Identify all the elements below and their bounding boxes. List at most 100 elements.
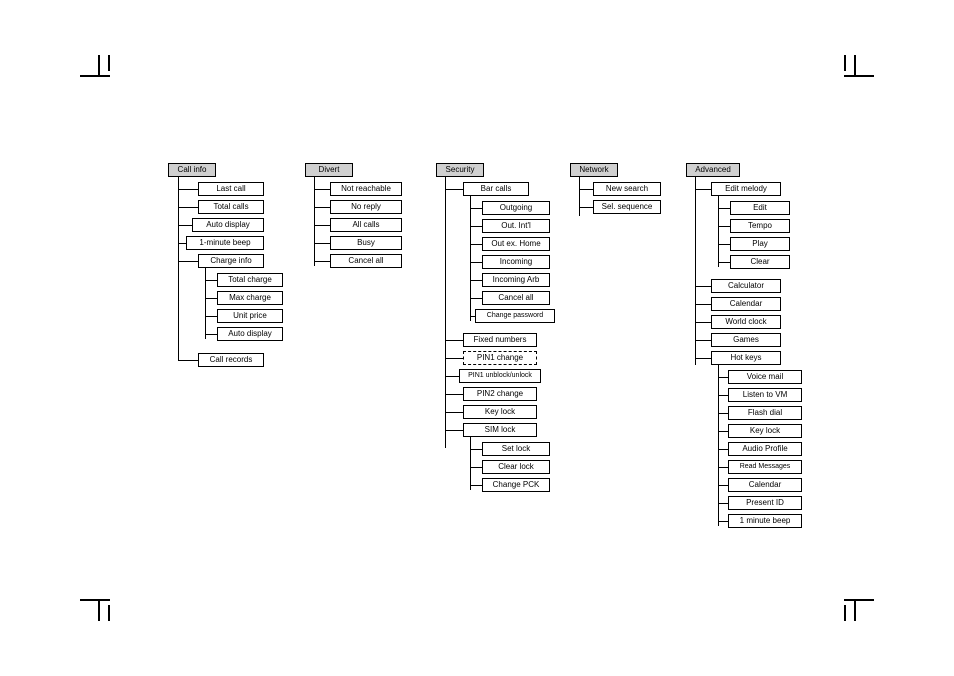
tree-line	[205, 316, 217, 317]
tree-line	[718, 226, 730, 227]
tree-line	[445, 340, 463, 341]
tree-line	[445, 376, 459, 377]
tree-line	[470, 195, 471, 321]
tree-line	[445, 176, 446, 448]
item-unit-price: Unit price	[217, 309, 283, 323]
tree-line	[718, 395, 728, 396]
tree-line	[718, 503, 728, 504]
tree-line	[178, 360, 198, 361]
tree-line	[314, 261, 330, 262]
item-calculator: Calculator	[711, 279, 781, 293]
tree-line	[205, 280, 217, 281]
tree-line	[314, 189, 330, 190]
tree-line	[695, 176, 696, 365]
tree-line	[695, 358, 711, 359]
item-play: Play	[730, 237, 790, 251]
item-read-messages: Read Messages	[728, 460, 802, 474]
item-call-records: Call records	[198, 353, 264, 367]
item-cancel-all: Cancel all	[330, 254, 402, 268]
menu-security: Security	[436, 163, 484, 177]
crop-mark-top-right	[844, 55, 874, 85]
tree-line	[695, 322, 711, 323]
item-total-calls: Total calls	[198, 200, 264, 214]
crop-mark-bottom-right	[844, 591, 874, 621]
tree-line	[205, 298, 217, 299]
item-key-lock-2: Key lock	[728, 424, 802, 438]
item-set-lock: Set lock	[482, 442, 550, 456]
item-last-call: Last call	[198, 182, 264, 196]
tree-line	[178, 207, 198, 208]
item-max-charge: Max charge	[217, 291, 283, 305]
tree-line	[470, 208, 482, 209]
tree-line	[718, 208, 730, 209]
tree-line	[445, 189, 463, 190]
menu-charge-info: Charge info	[198, 254, 264, 268]
tree-line	[718, 467, 728, 468]
item-pin1-unblock: PIN1 unblock/unlock	[459, 369, 541, 383]
tree-line	[470, 485, 482, 486]
tree-line	[695, 286, 711, 287]
item-incoming-arb: Incoming Arb	[482, 273, 550, 287]
tree-line	[718, 244, 730, 245]
tree-line	[205, 334, 217, 335]
item-incoming: Incoming	[482, 255, 550, 269]
item-world-clock: World clock	[711, 315, 781, 329]
tree-line	[718, 377, 728, 378]
item-total-charge: Total charge	[217, 273, 283, 287]
menu-hot-keys: Hot keys	[711, 351, 781, 365]
item-not-reachable: Not reachable	[330, 182, 402, 196]
tree-line	[718, 262, 730, 263]
item-auto-display-2: Auto display	[217, 327, 283, 341]
tree-line	[579, 207, 593, 208]
tree-line	[314, 207, 330, 208]
item-clear: Clear	[730, 255, 790, 269]
tree-line	[445, 430, 463, 431]
item-calendar: Calendar	[711, 297, 781, 311]
tree-line	[445, 358, 463, 359]
item-present-id: Present ID	[728, 496, 802, 510]
tree-line	[695, 340, 711, 341]
tree-line	[579, 176, 580, 216]
item-busy: Busy	[330, 236, 402, 250]
tree-line	[470, 280, 482, 281]
item-key-lock: Key lock	[463, 405, 537, 419]
crop-mark-bottom-left	[80, 591, 110, 621]
item-voice-mail: Voice mail	[728, 370, 802, 384]
item-auto-display: Auto display	[192, 218, 264, 232]
tree-line	[718, 364, 719, 526]
tree-line	[718, 431, 728, 432]
menu-call-info: Call info	[168, 163, 216, 177]
item-out-intl: Out. Int'l	[482, 219, 550, 233]
menu-divert: Divert	[305, 163, 353, 177]
tree-line	[718, 521, 728, 522]
item-no-reply: No reply	[330, 200, 402, 214]
item-games: Games	[711, 333, 781, 347]
menu-sim-lock: SIM lock	[463, 423, 537, 437]
item-change-password: Change password	[475, 309, 555, 323]
tree-line	[314, 225, 330, 226]
tree-line	[718, 195, 719, 267]
menu-advanced: Advanced	[686, 163, 740, 177]
tree-line	[178, 261, 198, 262]
item-audio-profile: Audio Profile	[728, 442, 802, 456]
menu-network: Network	[570, 163, 618, 177]
tree-line	[205, 267, 206, 339]
item-all-calls: All calls	[330, 218, 402, 232]
item-calendar-2: Calendar	[728, 478, 802, 492]
tree-line	[470, 226, 482, 227]
crop-mark-top-left	[80, 55, 110, 85]
tree-line	[579, 189, 593, 190]
item-listen-vm: Listen to VM	[728, 388, 802, 402]
item-flash-dial: Flash dial	[728, 406, 802, 420]
item-1-minute-beep: 1-minute beep	[186, 236, 264, 250]
tree-line	[470, 244, 482, 245]
item-cancel-all-2: Cancel all	[482, 291, 550, 305]
tree-line	[445, 412, 463, 413]
tree-line	[470, 436, 471, 490]
tree-line	[178, 243, 186, 244]
tree-line	[718, 449, 728, 450]
tree-line	[470, 467, 482, 468]
item-edit: Edit	[730, 201, 790, 215]
tree-line	[695, 189, 711, 190]
tree-line	[470, 449, 482, 450]
